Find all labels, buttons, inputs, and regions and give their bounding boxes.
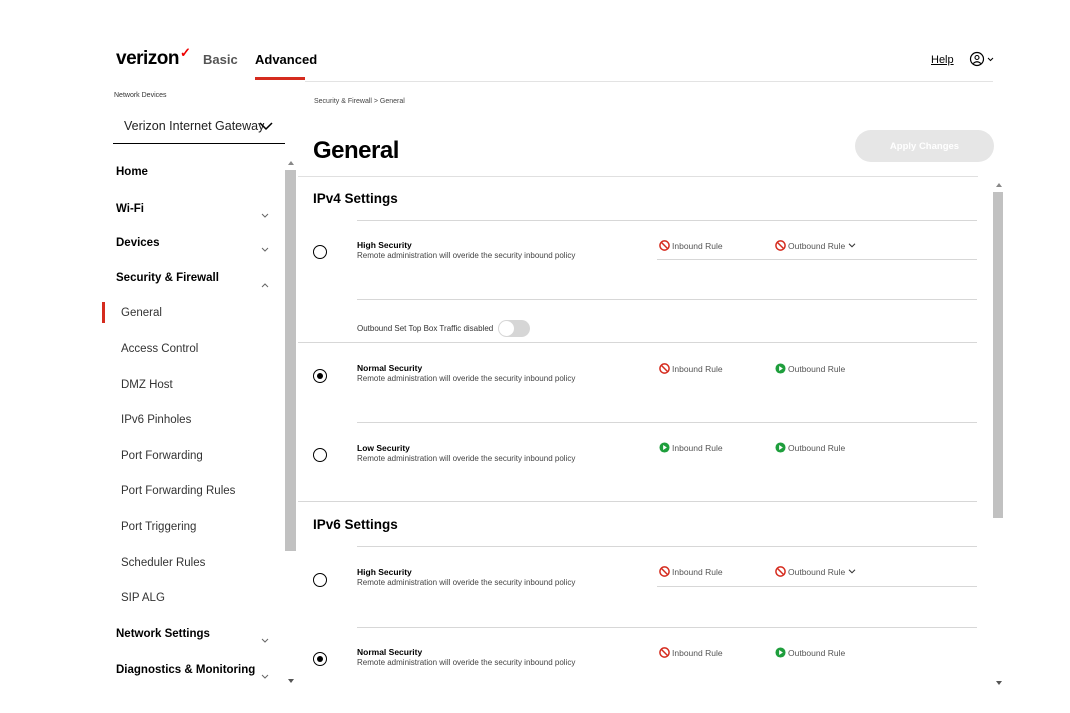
inbound-rule-link[interactable]: Inbound Rule bbox=[659, 363, 723, 374]
chevron-down-icon bbox=[848, 242, 856, 247]
option-title: Low Security bbox=[357, 443, 410, 453]
stb-traffic-toggle[interactable] bbox=[498, 320, 531, 337]
allowed-icon bbox=[659, 442, 670, 453]
divider bbox=[357, 299, 977, 300]
option-title: Normal Security bbox=[357, 363, 423, 373]
inbound-rule-link[interactable]: Inbound Rule bbox=[659, 240, 723, 251]
sidebar-item-diagnostics-monitoring[interactable]: Diagnostics & Monitoring bbox=[116, 664, 255, 676]
breadcrumb[interactable]: Security & Firewall > General bbox=[314, 98, 405, 105]
outbound-rule-link[interactable]: Outbound Rule bbox=[775, 647, 845, 658]
allowed-icon bbox=[775, 647, 786, 658]
page-title: General bbox=[313, 137, 399, 164]
nav-basic-tab[interactable]: Basic bbox=[203, 52, 238, 67]
allowed-icon bbox=[775, 363, 786, 374]
ipv6-section-title: IPv6 Settings bbox=[313, 517, 398, 532]
sidebar-item-scheduler-rules[interactable]: Scheduler Rules bbox=[121, 557, 205, 569]
divider bbox=[657, 259, 977, 260]
verizon-logo[interactable]: verizon✓ bbox=[116, 45, 191, 70]
inbound-rule-label: Inbound Rule bbox=[672, 647, 723, 658]
ipv4-normal-security-radio[interactable] bbox=[313, 369, 327, 383]
sidebar-item-port-triggering[interactable]: Port Triggering bbox=[121, 521, 196, 533]
option-description: Remote administration will overide the s… bbox=[357, 454, 576, 463]
outbound-rule-label: Outbound Rule bbox=[788, 363, 846, 374]
blocked-icon bbox=[659, 240, 670, 251]
header-divider bbox=[305, 81, 993, 82]
chevron-up-icon[interactable] bbox=[261, 275, 269, 288]
outbound-rule-dropdown[interactable]: Outbound Rule bbox=[775, 240, 858, 251]
option-description: Remote administration will overide the s… bbox=[357, 251, 576, 260]
divider bbox=[298, 501, 977, 502]
outbound-rule-label: Outbound Rule bbox=[788, 442, 846, 453]
option-description: Remote administration will overide the s… bbox=[357, 658, 576, 667]
chevron-down-icon[interactable] bbox=[261, 206, 269, 218]
allowed-icon bbox=[775, 442, 786, 453]
divider bbox=[298, 342, 977, 343]
help-link[interactable]: Help bbox=[931, 54, 954, 66]
title-divider bbox=[298, 176, 978, 177]
active-item-indicator bbox=[102, 302, 105, 323]
divider bbox=[357, 220, 977, 221]
ipv4-high-security-radio[interactable] bbox=[313, 245, 327, 259]
stb-traffic-row: Outbound Set Top Box Traffic disabled bbox=[357, 320, 531, 337]
sidebar-item-general[interactable]: General bbox=[121, 307, 162, 319]
user-account-icon[interactable] bbox=[969, 51, 995, 67]
sidebar-item-devices[interactable]: Devices bbox=[116, 237, 159, 249]
blocked-icon bbox=[659, 647, 670, 658]
blocked-icon bbox=[775, 566, 786, 577]
inbound-rule-label: Inbound Rule bbox=[672, 566, 723, 577]
network-devices-label: Network Devices bbox=[114, 92, 167, 99]
inbound-rule-link[interactable]: Inbound Rule bbox=[659, 647, 723, 658]
apply-changes-button[interactable]: Apply Changes bbox=[855, 130, 994, 162]
option-title: Normal Security bbox=[357, 647, 423, 657]
chevron-down-icon bbox=[259, 119, 273, 131]
outbound-rule-link[interactable]: Outbound Rule bbox=[775, 442, 845, 453]
sidebar-scroll-thumb[interactable] bbox=[285, 170, 296, 551]
main-scroll-thumb[interactable] bbox=[993, 192, 1003, 518]
divider bbox=[357, 422, 977, 423]
chevron-down-icon bbox=[848, 568, 856, 573]
outbound-rule-label: Outbound Rule bbox=[788, 566, 846, 577]
sidebar-item-security-firewall[interactable]: Security & Firewall bbox=[116, 272, 219, 284]
sidebar-item-port-forwarding[interactable]: Port Forwarding bbox=[121, 450, 203, 462]
outbound-rule-label: Outbound Rule bbox=[788, 647, 846, 658]
sidebar-item-home[interactable]: Home bbox=[116, 166, 148, 178]
ipv6-normal-security-radio[interactable] bbox=[313, 652, 327, 666]
sidebar-item-port-forwarding-rules[interactable]: Port Forwarding Rules bbox=[121, 485, 235, 497]
device-select[interactable]: Verizon Internet Gateway bbox=[113, 108, 285, 144]
divider bbox=[657, 586, 977, 587]
chevron-down-icon[interactable] bbox=[261, 667, 269, 679]
device-select-value: Verizon Internet Gateway bbox=[124, 119, 265, 133]
outbound-rule-link[interactable]: Outbound Rule bbox=[775, 363, 845, 374]
outbound-rule-dropdown[interactable]: Outbound Rule bbox=[775, 566, 858, 577]
stb-traffic-label: Outbound Set Top Box Traffic disabled bbox=[357, 324, 494, 333]
ipv4-low-security-radio[interactable] bbox=[313, 448, 327, 462]
sidebar-item-wifi[interactable]: Wi-Fi bbox=[116, 203, 144, 215]
chevron-down-icon[interactable] bbox=[261, 240, 269, 252]
ipv6-high-security-radio[interactable] bbox=[313, 573, 327, 587]
blocked-icon bbox=[775, 240, 786, 251]
blocked-icon bbox=[659, 566, 670, 577]
ipv4-section-title: IPv4 Settings bbox=[313, 191, 398, 206]
active-tab-indicator bbox=[255, 77, 305, 80]
option-title: High Security bbox=[357, 240, 412, 250]
sidebar-item-sip-alg[interactable]: SIP ALG bbox=[121, 592, 165, 604]
inbound-rule-label: Inbound Rule bbox=[672, 442, 723, 453]
blocked-icon bbox=[659, 363, 670, 374]
nav-advanced-tab[interactable]: Advanced bbox=[255, 52, 317, 67]
divider bbox=[357, 546, 977, 547]
inbound-rule-label: Inbound Rule bbox=[672, 240, 723, 251]
outbound-rule-label: Outbound Rule bbox=[788, 240, 846, 251]
sidebar-item-access-control[interactable]: Access Control bbox=[121, 343, 198, 355]
inbound-rule-link[interactable]: Inbound Rule bbox=[659, 442, 723, 453]
chevron-down-icon[interactable] bbox=[261, 631, 269, 643]
sidebar-item-dmz-host[interactable]: DMZ Host bbox=[121, 379, 173, 391]
sidebar-item-ipv6-pinholes[interactable]: IPv6 Pinholes bbox=[121, 414, 191, 426]
divider bbox=[357, 627, 977, 628]
inbound-rule-label: Inbound Rule bbox=[672, 363, 723, 374]
option-title: High Security bbox=[357, 567, 412, 577]
option-description: Remote administration will overide the s… bbox=[357, 578, 576, 587]
sidebar-item-network-settings[interactable]: Network Settings bbox=[116, 628, 210, 640]
inbound-rule-link[interactable]: Inbound Rule bbox=[659, 566, 723, 577]
option-description: Remote administration will overide the s… bbox=[357, 374, 576, 383]
